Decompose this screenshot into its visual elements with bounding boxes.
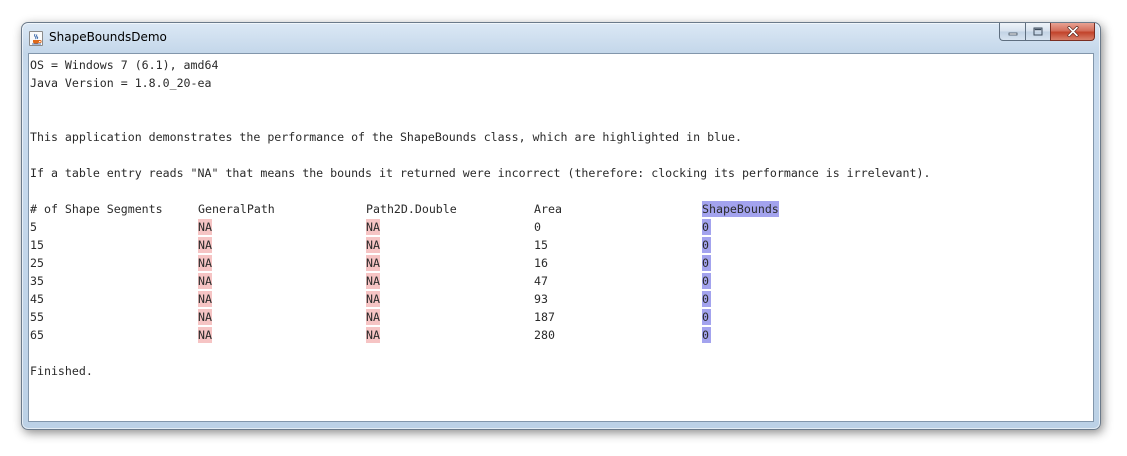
cell-shapebounds: 0 <box>702 309 711 325</box>
cell-generalpath: NA <box>198 255 212 271</box>
cell-area: 187 <box>534 310 555 324</box>
cell-generalpath: NA <box>198 327 212 343</box>
window-title: ShapeBoundsDemo <box>49 30 167 44</box>
cell-shapebounds: 0 <box>702 273 711 289</box>
header-shapebounds: ShapeBounds <box>702 201 779 217</box>
cell-shapebounds: 0 <box>702 327 711 343</box>
java-version-line: Java Version = 1.8.0_20-ea <box>30 76 212 90</box>
output-content: OS = Windows 7 (6.1), amd64 Java Version… <box>30 57 1093 421</box>
application-window: ShapeBoundsDemo OS = Windows 7 (6.1), am… <box>21 22 1101 430</box>
finished-line: Finished. <box>30 364 93 378</box>
cell-segments: 55 <box>30 310 44 324</box>
cell-area: 15 <box>534 238 548 252</box>
cell-segments: 15 <box>30 238 44 252</box>
close-icon <box>1067 26 1078 37</box>
cell-shapebounds: 0 <box>702 219 711 235</box>
cell-shapebounds: 0 <box>702 291 711 307</box>
cell-path2d: NA <box>366 255 380 271</box>
note-line: If a table entry reads "NA" that means t… <box>30 166 931 180</box>
cell-segments: 65 <box>30 328 44 342</box>
cell-path2d: NA <box>366 327 380 343</box>
title-bar[interactable]: ShapeBoundsDemo <box>22 23 1100 53</box>
cell-area: 16 <box>534 256 548 270</box>
cell-path2d: NA <box>366 237 380 253</box>
close-button[interactable] <box>1050 23 1095 41</box>
maximize-button[interactable] <box>1025 23 1050 41</box>
header-generalpath: GeneralPath <box>198 202 275 216</box>
header-segments: # of Shape Segments <box>30 202 163 216</box>
description-line: This application demonstrates the perfor… <box>30 130 742 144</box>
cell-segments: 5 <box>30 220 37 234</box>
minimize-icon <box>1008 32 1017 35</box>
maximize-icon <box>1033 27 1043 36</box>
cell-shapebounds: 0 <box>702 237 711 253</box>
minimize-button[interactable] <box>999 23 1025 41</box>
cell-area: 280 <box>534 328 555 342</box>
cell-path2d: NA <box>366 291 380 307</box>
cell-generalpath: NA <box>198 291 212 307</box>
cell-segments: 45 <box>30 292 44 306</box>
cell-area: 93 <box>534 292 548 306</box>
cell-generalpath: NA <box>198 219 212 235</box>
output-text-area[interactable]: OS = Windows 7 (6.1), amd64 Java Version… <box>28 53 1094 422</box>
header-area: Area <box>534 202 562 216</box>
cell-area: 47 <box>534 274 548 288</box>
os-info-line: OS = Windows 7 (6.1), amd64 <box>30 58 219 72</box>
cell-generalpath: NA <box>198 237 212 253</box>
cell-segments: 25 <box>30 256 44 270</box>
cell-generalpath: NA <box>198 309 212 325</box>
cell-path2d: NA <box>366 219 380 235</box>
cell-generalpath: NA <box>198 273 212 289</box>
cell-segments: 35 <box>30 274 44 288</box>
caption-buttons <box>999 23 1095 42</box>
cell-path2d: NA <box>366 309 380 325</box>
cell-area: 0 <box>534 220 541 234</box>
header-path2d: Path2D.Double <box>366 202 457 216</box>
java-cup-icon[interactable] <box>29 31 43 46</box>
cell-path2d: NA <box>366 273 380 289</box>
cell-shapebounds: 0 <box>702 255 711 271</box>
